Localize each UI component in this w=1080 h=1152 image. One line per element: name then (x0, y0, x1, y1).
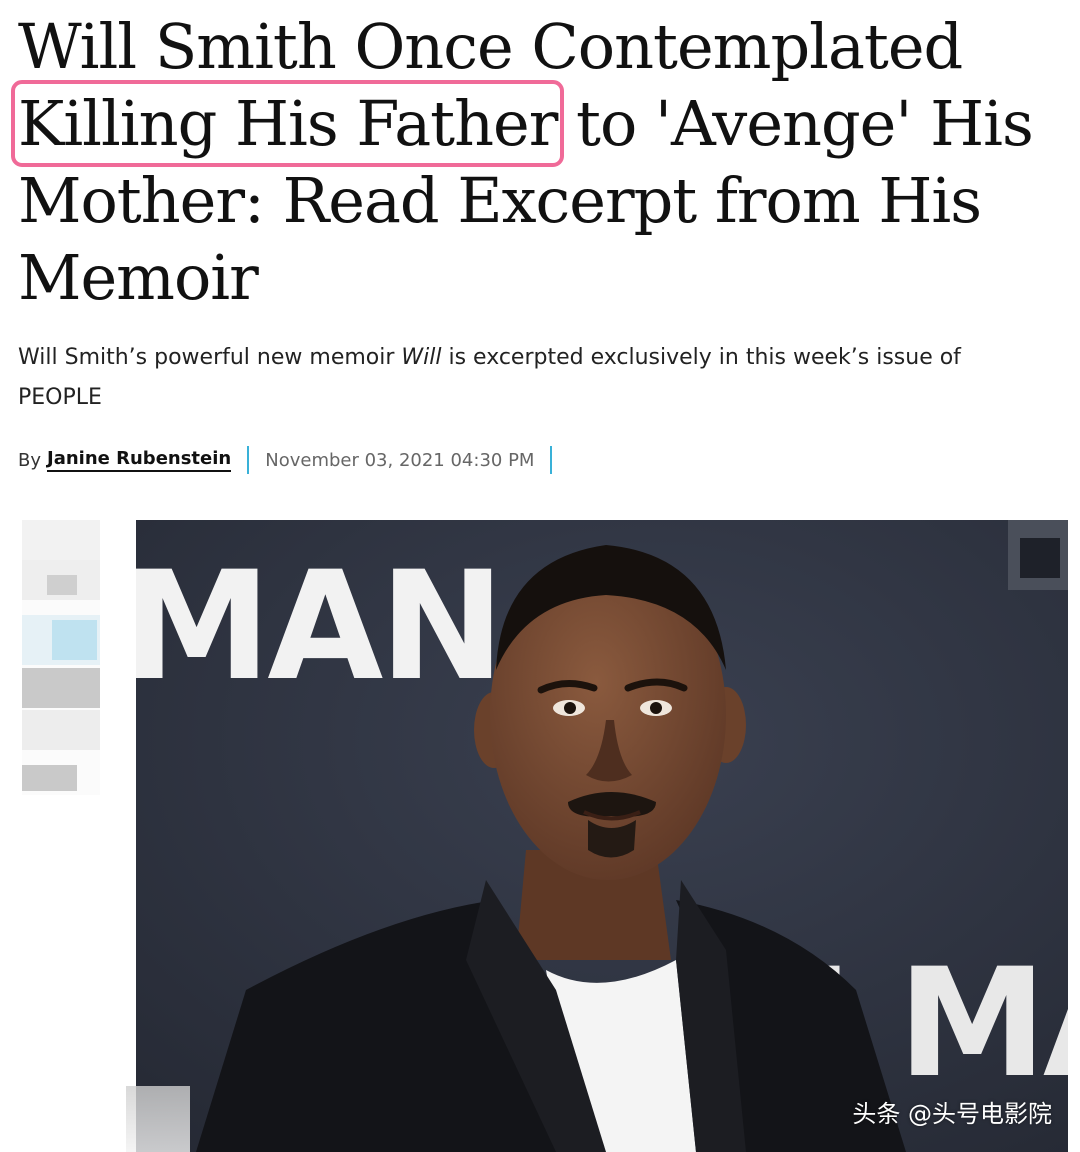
headline-part1: Will Smith Once Contemplated (18, 10, 963, 83)
pixelated-corner-overlay (126, 1086, 190, 1152)
article-dek: Will Smith’s powerful new memoir Will is… (18, 338, 1018, 418)
byline: By Janine Rubenstein November 03, 2021 0… (18, 444, 568, 476)
source-watermark: 头条 @头号电影院 (852, 1100, 1052, 1128)
dek-book-title: Will (401, 345, 442, 370)
headline-highlight: Killing His Father (10, 80, 565, 167)
byline-separator-end (550, 446, 553, 474)
article-headline: Will Smith Once Contemplated Killing His… (10, 8, 1068, 316)
article-hero-photo: MAN NI MAN (136, 520, 1068, 1152)
byline-separator (247, 446, 250, 474)
publish-date: November 03, 2021 04:30 PM (265, 449, 535, 471)
byline-prefix: By (18, 449, 42, 471)
author-link[interactable]: Janine Rubenstein (47, 448, 232, 472)
dek-before: Will Smith’s powerful new memoir (18, 345, 402, 370)
backdrop-text-top: MAN (136, 540, 501, 714)
photo-illustration: MAN NI MAN (136, 520, 1068, 1152)
side-thumbnail-pixelated (22, 520, 100, 795)
